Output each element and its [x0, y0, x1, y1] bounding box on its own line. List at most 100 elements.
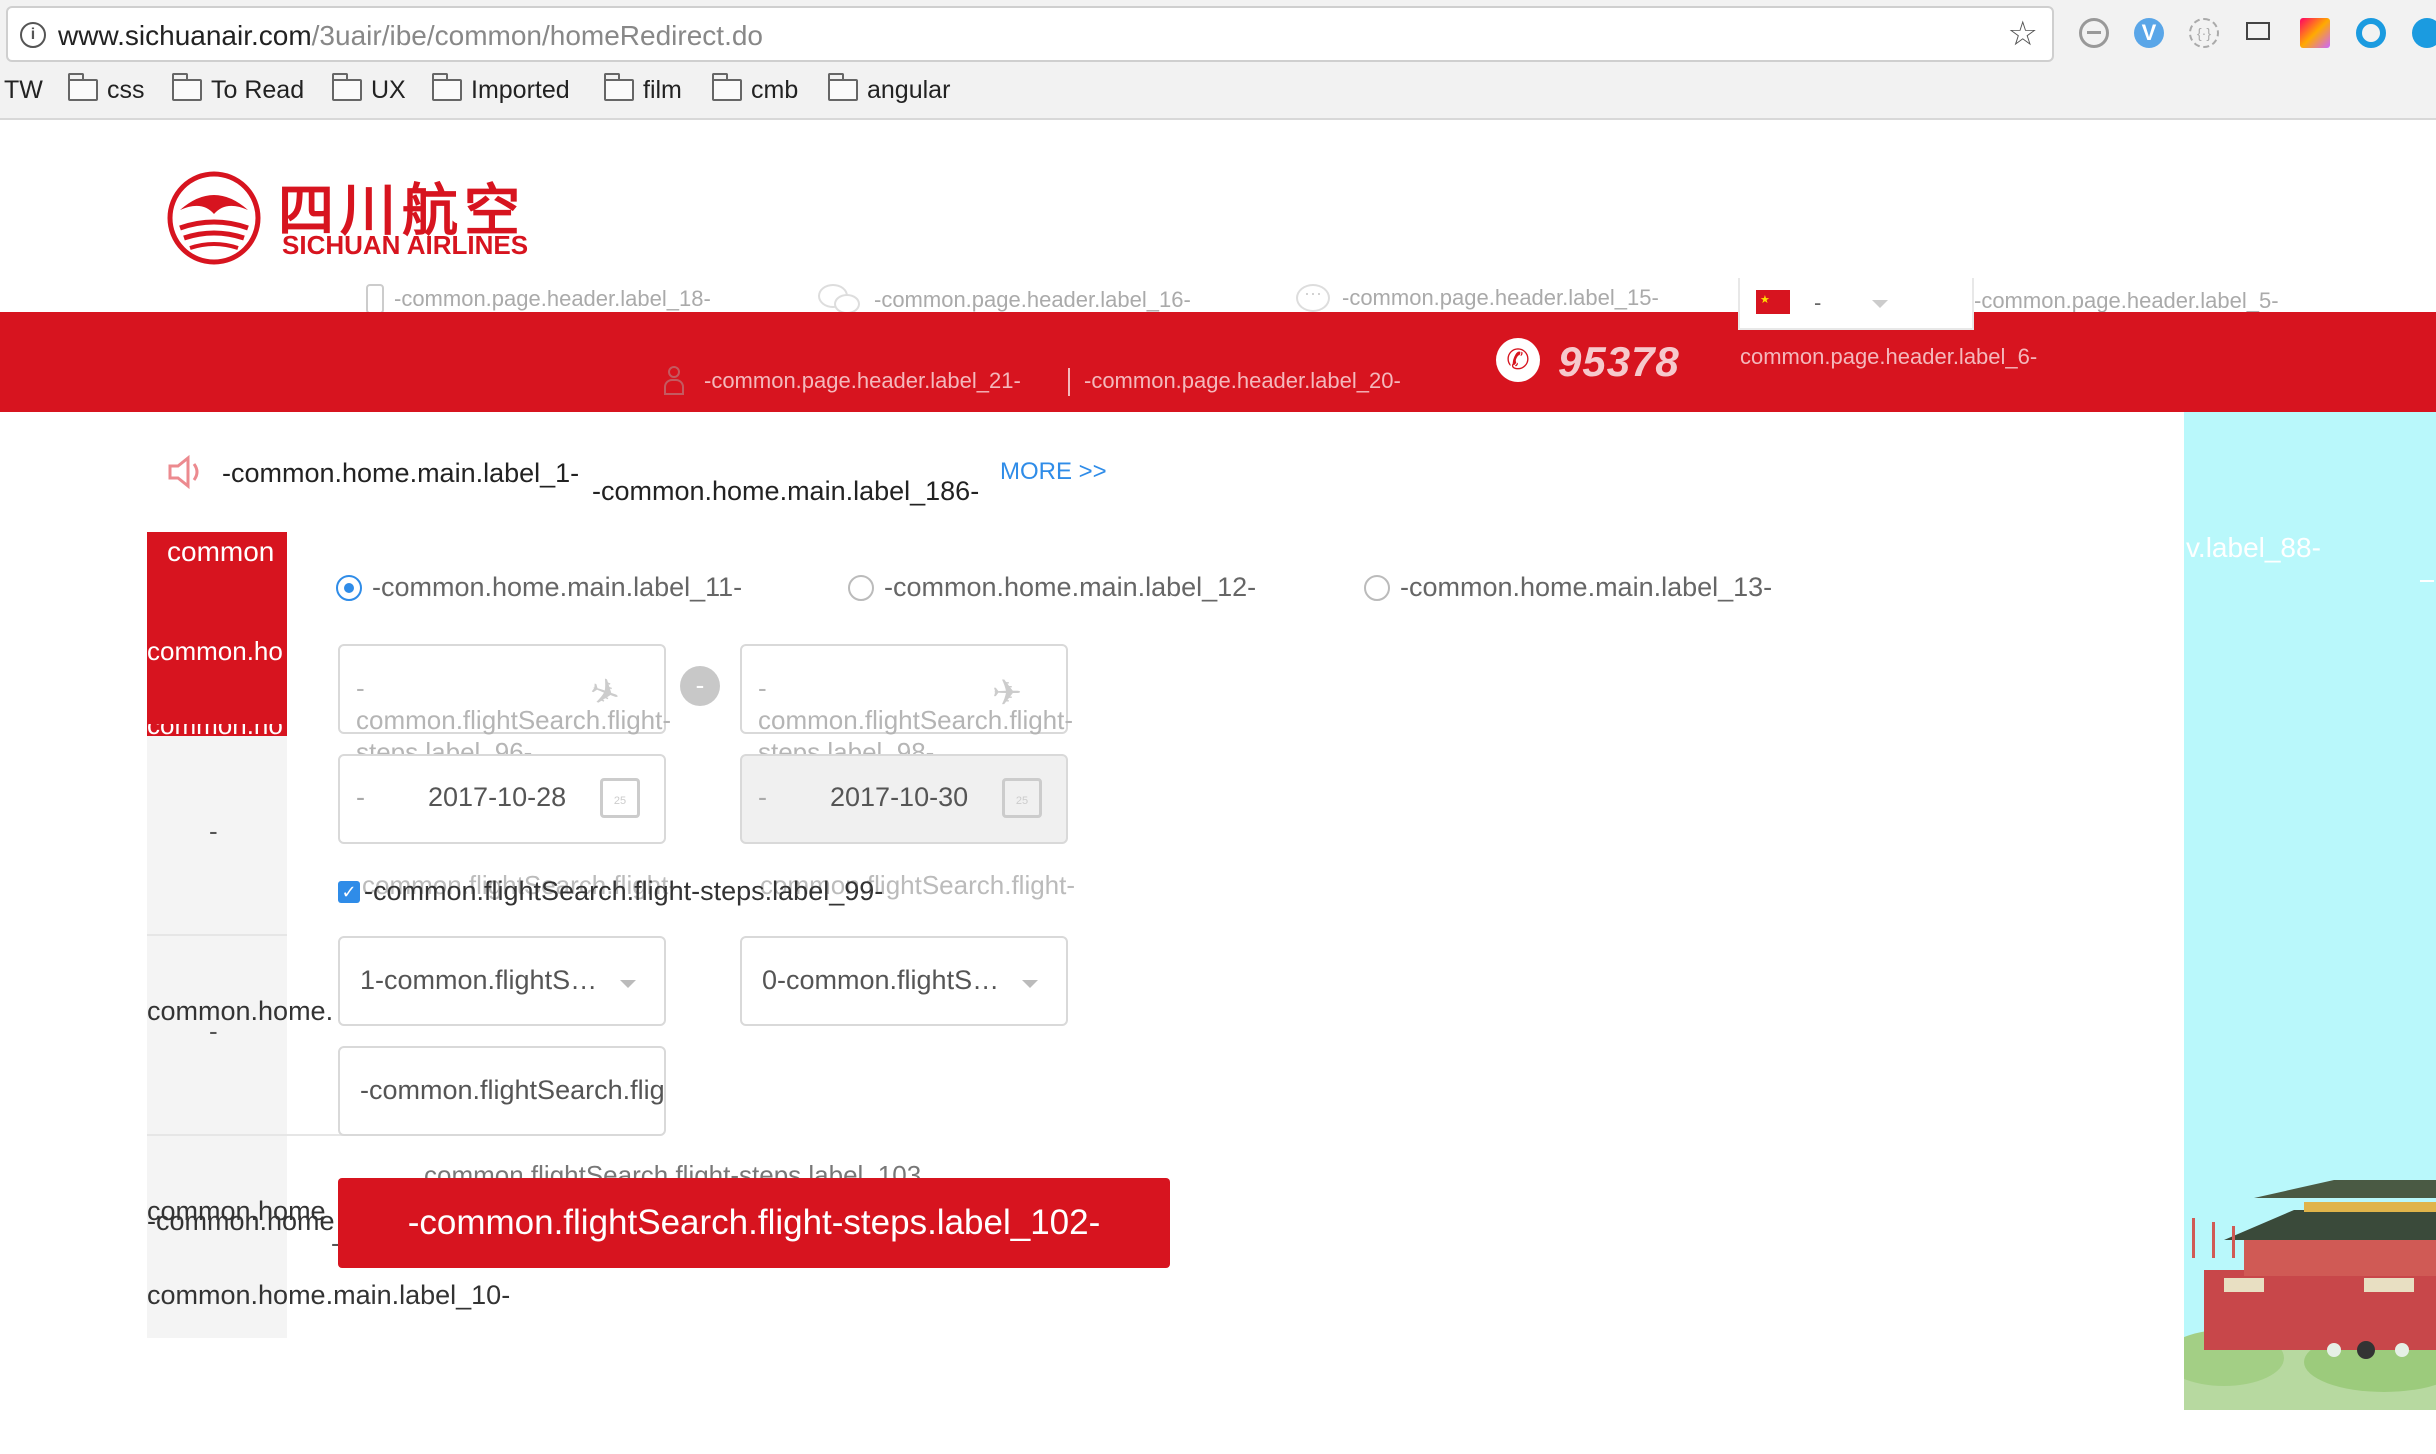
trip-type-multicity[interactable]: -common.home.main.label_13- [1364, 572, 1772, 603]
bookmark-label: Imported [471, 75, 570, 104]
tab-third[interactable]: common.ho [147, 724, 287, 736]
bookmark-to-read[interactable]: To Read [172, 72, 304, 108]
banner-dash [2420, 580, 2434, 582]
logo-english: SICHUAN AIRLINES [282, 230, 529, 260]
login-link[interactable]: -common.page.header.label_21- [704, 368, 1021, 394]
extension-code-icon[interactable]: {·} [2189, 18, 2219, 48]
tab-seventh[interactable]: common.home.main.label_10- [147, 1280, 510, 1311]
notice-label: -common.home.main.label_1- [222, 458, 580, 488]
radio-icon [848, 574, 874, 601]
extension-color-icon[interactable] [2300, 18, 2330, 48]
extension-cast-icon[interactable] [2244, 18, 2274, 48]
hotline-number: 95378 [1558, 338, 1680, 385]
more-link[interactable]: MORE >> [1000, 458, 1107, 486]
star-icon[interactable]: ☆ [2008, 14, 2038, 54]
calendar-icon: 25 [600, 778, 640, 818]
radio-label: -common.home.main.label_13- [1400, 572, 1773, 602]
tiananmen-gate-illustration [2184, 1180, 2436, 1410]
bookmark-label: angular [867, 75, 951, 104]
children-value: 0-common.flightS… [762, 965, 1000, 995]
bookmark-tw[interactable]: TW [4, 72, 43, 108]
children-select[interactable]: 0-common.flightS… [740, 936, 1068, 1026]
depart-date-input[interactable]: - 2017-10-28 25 [338, 754, 666, 844]
tab-label: common.ho [147, 724, 283, 736]
tab-flight[interactable]: common [147, 532, 287, 636]
header-link-mobile[interactable]: -common.page.header.label_18- [366, 284, 711, 314]
hotline-label: common.page.header.label_6- [1740, 344, 2038, 369]
bookmark-ux[interactable]: UX [332, 72, 406, 108]
notice-text[interactable]: -common.home.main.label_186- [592, 476, 979, 507]
checkbox-checked-icon: ✓ [338, 880, 360, 903]
chevron-down-icon [620, 980, 636, 988]
site-logo[interactable]: 四川航空 SICHUAN AIRLINES [166, 170, 546, 270]
radio-selected-icon [336, 574, 362, 601]
radio-label: -common.home.main.label_11- [372, 572, 743, 602]
bookmark-angular[interactable]: angular [828, 72, 950, 108]
promo-banner[interactable]: v.label_88- [2184, 412, 2436, 1410]
user-icon [664, 366, 684, 396]
folder-icon [432, 73, 462, 101]
address-bar[interactable]: i www.sichuanair.com/3uair/ibe/common/ho… [6, 6, 2054, 62]
trip-type-roundtrip[interactable]: -common.home.main.label_12- [848, 572, 1256, 603]
bookmark-imported[interactable]: Imported [432, 72, 570, 108]
language-selector[interactable]: ★ - [1738, 278, 1974, 330]
url-text: www.sichuanair.com/3uair/ibe/common/home… [58, 20, 763, 52]
swap-cities-button[interactable]: - [680, 666, 720, 706]
header-link-label: -common.page.header.label_15- [1342, 285, 1659, 310]
bookmark-cmb[interactable]: cmb [712, 72, 798, 108]
return-date-prefix: - [758, 782, 767, 812]
banner-label: v.label_88- [2186, 532, 2321, 563]
url-path: /3uair/ibe/common/homeRedirect.do [311, 20, 763, 51]
url-host: www.sichuanair.com [58, 20, 312, 51]
mobile-icon [366, 284, 384, 314]
extension-circle-icon[interactable] [2356, 18, 2386, 48]
trip-type-oneway[interactable]: -common.home.main.label_11- [336, 572, 742, 603]
register-link[interactable]: -common.page.header.label_20- [1084, 368, 1401, 394]
return-date-value: 2017-10-30 [830, 782, 969, 812]
origin-input[interactable]: - common.flightSearch.flight-steps.label… [338, 644, 671, 767]
tab-label: common.home. [147, 996, 334, 1026]
bookmark-label: TW [4, 75, 43, 104]
return-date-input[interactable]: - 2017-10-30 25 [740, 754, 1068, 844]
plane-landing-icon: ✈ [992, 672, 1023, 713]
china-flag-icon: ★ [1756, 290, 1790, 314]
promo-code-input[interactable]: -common.flightSearch.flig [338, 1046, 666, 1136]
tab-label: common [167, 536, 275, 567]
folder-icon [712, 73, 742, 101]
bookmark-label: film [643, 75, 682, 104]
radio-icon [1364, 574, 1390, 601]
extension-v-icon[interactable]: V [2134, 18, 2164, 48]
browser-toolbar: i www.sichuanair.com/3uair/ibe/common/ho… [0, 0, 2436, 120]
search-flights-button[interactable]: -common.flightSearch.flight-steps.label_… [338, 1178, 1170, 1268]
folder-icon [68, 73, 98, 101]
tab-fifth[interactable]: common.home. - [147, 936, 347, 1136]
header-link-chat[interactable]: ··· -common.page.header.label_15- [1296, 284, 1659, 312]
chevron-down-icon [1872, 300, 1888, 308]
extension-blue-icon[interactable] [2412, 18, 2436, 48]
radio-label: -common.home.main.label_12- [884, 572, 1257, 602]
checkbox-label: -common.flightSearch.flight-steps.label_… [364, 876, 884, 906]
header-link-label: -common.page.header.label_18- [394, 286, 711, 311]
bookmark-label: To Read [211, 75, 305, 104]
folder-icon [172, 73, 202, 101]
depart-date-prefix: - [356, 782, 365, 812]
header-red-band: -common.page.header.label_21- -common.pa… [0, 312, 2436, 412]
site-info-icon[interactable]: i [20, 22, 46, 48]
tab-fourth[interactable]: - [147, 736, 287, 936]
extension-block-icon[interactable] [2079, 18, 2109, 48]
calendar-icon: 25 [1002, 778, 1042, 818]
tab-sub-label: - [209, 1016, 218, 1046]
bookmark-css[interactable]: css [68, 72, 145, 108]
adults-select[interactable]: 1-common.flightS… [338, 936, 666, 1026]
nearby-airports-checkbox[interactable]: ✓ -common.flightSearch.flight-steps.labe… [338, 876, 883, 907]
tab-second[interactable]: common.ho [147, 636, 287, 724]
folder-icon [828, 73, 858, 101]
destination-input[interactable]: - common.flightSearch.flight-steps.label… [740, 644, 1073, 767]
folder-icon [604, 73, 634, 101]
adults-value: 1-common.flightS… [360, 965, 598, 995]
header-divider [1068, 368, 1070, 396]
folder-icon [332, 73, 362, 101]
bookmark-film[interactable]: film [604, 72, 682, 108]
header-link-top-right[interactable]: -common.page.header.label_5- [1974, 288, 2279, 314]
phone-icon: ✆ [1496, 338, 1540, 382]
